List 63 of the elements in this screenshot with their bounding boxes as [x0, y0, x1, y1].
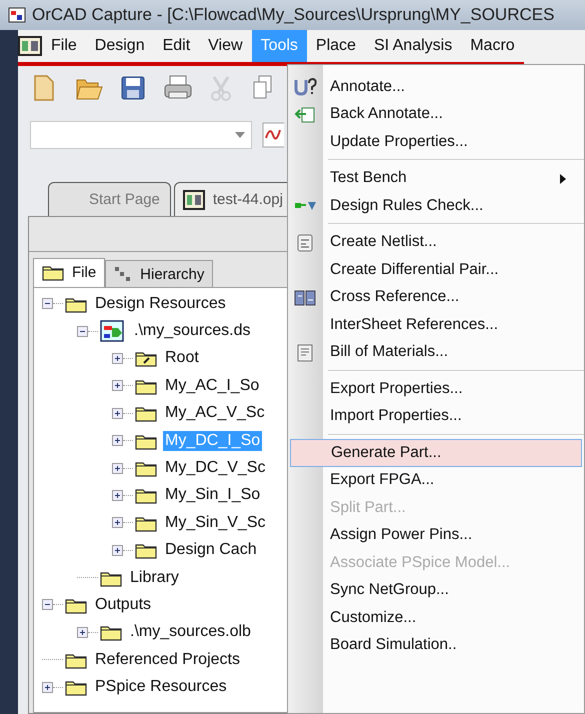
menu-item[interactable]: Place [306, 30, 365, 62]
expand-icon[interactable] [112, 408, 123, 419]
app-icon [8, 7, 26, 23]
tree-item[interactable]: Root [163, 348, 201, 368]
menu-item[interactable]: Back Annotate... [290, 100, 582, 128]
menu-item[interactable]: View [199, 30, 252, 62]
tree-item[interactable]: My_Sin_I_So [163, 485, 262, 506]
expand-icon[interactable] [112, 380, 123, 392]
menu-item[interactable]: Export FPGA... [290, 466, 582, 494]
panel-tab[interactable]: File [33, 258, 106, 287]
annotate-icon [294, 77, 318, 97]
menu-item[interactable]: Bill of Materials... [290, 338, 582, 366]
tree-item[interactable]: PSpice Resources [93, 677, 229, 698]
menu-item[interactable]: InterSheet References... [290, 311, 582, 338]
menu-item[interactable]: Import Properties... [290, 402, 582, 430]
tree-item[interactable]: My_DC_V_Sc [163, 458, 268, 478]
app-menu-icon[interactable] [18, 36, 42, 56]
menu-item[interactable]: SI Analysis [364, 30, 462, 62]
expand-icon[interactable] [77, 626, 88, 638]
tree-item[interactable]: Referenced Projects [93, 650, 242, 670]
tree-item[interactable]: Design Resources [93, 294, 228, 314]
menu-item[interactable]: Edit [154, 30, 200, 62]
collapse-icon[interactable] [42, 599, 53, 610]
menu-item[interactable]: Create Differential Pair... [290, 256, 582, 284]
menu-item[interactable]: Customize... [290, 604, 582, 632]
tree-item[interactable]: My_AC_V_Sc [163, 403, 267, 424]
menu-item[interactable]: Sync NetGroup... [290, 576, 582, 604]
expand-icon[interactable] [112, 352, 123, 364]
tree-item[interactable]: .\my_sources.olb [128, 622, 253, 642]
menu-item[interactable]: File [42, 30, 86, 62]
menu-item[interactable]: Export Properties... [290, 375, 582, 402]
menu-item[interactable]: Generate Part... [290, 439, 582, 466]
collapse-icon[interactable] [77, 326, 88, 337]
schematic-design-icon [100, 320, 126, 342]
waveform-icon[interactable] [262, 122, 284, 148]
menu-item[interactable]: Design [86, 30, 154, 62]
tree-item[interactable]: My_Sin_V_Sc [163, 512, 268, 533]
panel-tab[interactable]: Hierarchy [105, 260, 214, 287]
menu-item[interactable]: Macro [461, 30, 524, 62]
tree-item[interactable]: .\my_sources.ds [132, 321, 252, 342]
collapse-icon[interactable] [42, 298, 53, 310]
menu-item[interactable]: Annotate... [290, 73, 582, 100]
menu-item[interactable]: Assign Power Pins... [290, 522, 582, 549]
project-icon [182, 190, 205, 210]
printer-icon[interactable] [164, 75, 192, 101]
menu-item[interactable]: Update Properties... [290, 128, 582, 156]
menu-item[interactable]: Create Netlist... [290, 228, 582, 256]
expand-icon[interactable] [112, 435, 123, 446]
hierarchy-icon [114, 266, 132, 282]
expand-icon[interactable] [112, 544, 123, 556]
tree-item[interactable]: Library [128, 568, 181, 588]
expand-icon[interactable] [112, 517, 123, 528]
expand-icon[interactable] [112, 462, 123, 474]
expand-icon[interactable] [42, 682, 53, 693]
tree-item[interactable]: Outputs [93, 594, 154, 615]
dropdown-caret-icon [235, 132, 245, 138]
cross-reference-icon [294, 288, 318, 308]
tree-item[interactable]: My_AC_I_So [163, 376, 262, 396]
menu-item[interactable]: Cross Reference... [290, 284, 582, 311]
tree-item[interactable]: Design Cach [163, 540, 259, 560]
window-title: OrCAD Capture - [C:\Flowcad\My_Sources\Ursprung\MY_SOURCES [32, 5, 554, 25]
expand-icon[interactable] [112, 490, 123, 501]
menu-item[interactable]: Board Simulation.. [290, 632, 582, 659]
